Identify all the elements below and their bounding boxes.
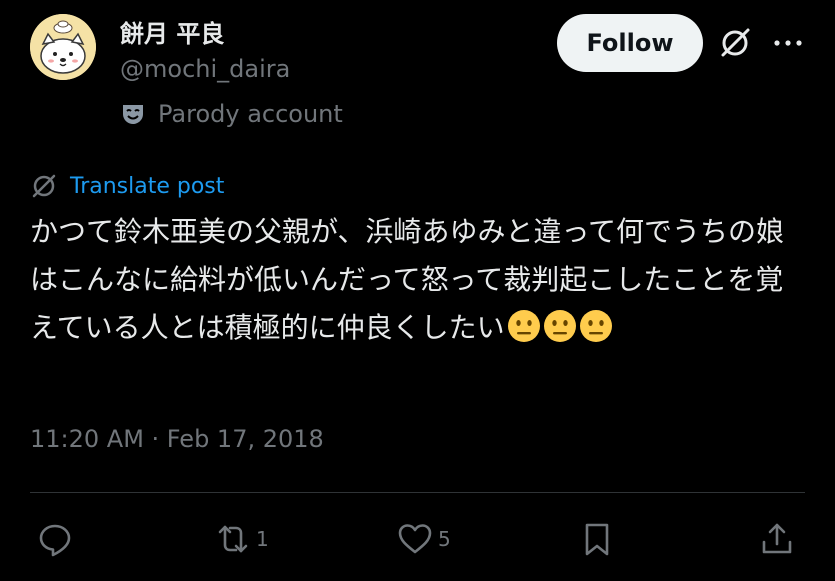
more-dots-icon[interactable]: [772, 34, 804, 52]
translate-post-link[interactable]: Translate post: [30, 170, 224, 202]
parody-account-label: Parody account: [120, 98, 343, 130]
divider: [30, 492, 805, 493]
like-button[interactable]: 5: [396, 518, 451, 560]
share-icon: [762, 523, 792, 554]
translate-icon: [30, 172, 58, 200]
emoji-group: [505, 310, 613, 344]
display-name[interactable]: 餅月 平良: [120, 14, 224, 49]
repost-icon: [218, 525, 248, 553]
bookmark-icon: [585, 523, 609, 556]
bookmark-button[interactable]: [578, 518, 616, 560]
user-handle[interactable]: @mochi_daira: [120, 55, 290, 83]
repost-button[interactable]: 1: [214, 518, 269, 560]
parody-label-text: Parody account: [158, 100, 343, 128]
neutral-face-emoji: [543, 310, 576, 342]
post-body: かつて鈴木亜美の父親が、浜崎あゆみと違って何でうちの娘はこんなに給料が低いんだっ…: [30, 215, 785, 344]
reply-icon: [39, 524, 71, 557]
heart-icon: [398, 524, 432, 554]
dog-avatar-icon: [30, 14, 96, 80]
like-count: 5: [438, 527, 451, 551]
follow-button[interactable]: Follow: [557, 14, 703, 72]
reply-button[interactable]: [36, 518, 78, 560]
avatar[interactable]: [30, 14, 96, 80]
neutral-face-emoji: [579, 310, 612, 342]
neutral-face-emoji: [507, 310, 540, 342]
repost-count: 1: [256, 527, 269, 551]
translate-label: Translate post: [70, 173, 225, 199]
post-timestamp[interactable]: 11:20 AM · Feb 17, 2018: [30, 425, 324, 453]
grok-icon[interactable]: [718, 26, 752, 60]
post-text: かつて鈴木亜美の父親が、浜崎あゆみと違って何でうちの娘はこんなに給料が低いんだっ…: [30, 208, 810, 352]
share-button[interactable]: [758, 518, 796, 560]
theater-mask-icon: [120, 101, 146, 127]
